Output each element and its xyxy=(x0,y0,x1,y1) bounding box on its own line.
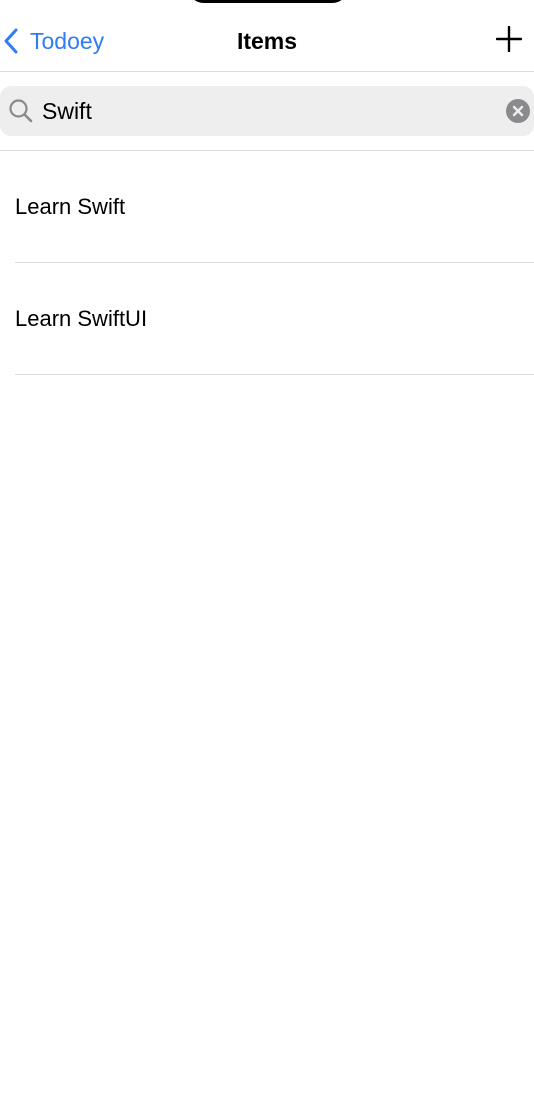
list-item-label: Learn Swift xyxy=(15,194,126,219)
item-list: Learn Swift Learn SwiftUI xyxy=(0,151,534,375)
navigation-bar: Todoey Items xyxy=(0,0,534,72)
search-icon xyxy=(8,98,34,124)
list-item[interactable]: Learn SwiftUI xyxy=(0,263,534,375)
plus-icon xyxy=(495,25,523,57)
search-bar xyxy=(0,72,534,151)
search-input[interactable] xyxy=(42,94,492,128)
list-item-label: Learn SwiftUI xyxy=(15,306,148,331)
add-item-button[interactable] xyxy=(492,24,526,58)
search-field[interactable] xyxy=(0,86,534,136)
clear-search-icon[interactable] xyxy=(506,99,530,123)
page-title: Items xyxy=(236,28,298,54)
list-item[interactable]: Learn Swift xyxy=(0,151,534,263)
row-divider xyxy=(15,374,534,375)
